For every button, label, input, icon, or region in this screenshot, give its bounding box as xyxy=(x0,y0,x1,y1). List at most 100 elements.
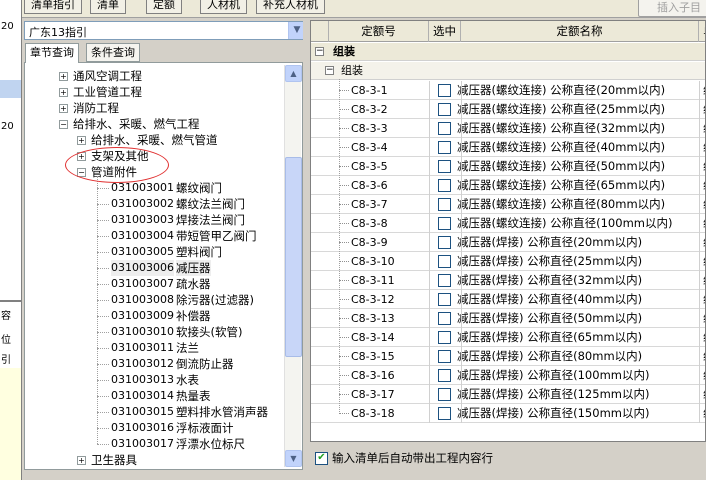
tree-leaf-code[interactable]: 031003016 xyxy=(111,420,174,436)
tab-bill-guide[interactable]: 清单指引 xyxy=(24,0,82,14)
tree-leaf-code[interactable]: 031003008 xyxy=(111,292,174,308)
row-select-checkbox[interactable] xyxy=(438,274,451,287)
row-select-checkbox[interactable] xyxy=(438,84,451,97)
tree-leaf-name[interactable]: 软接头(软管) xyxy=(176,324,242,340)
row-select-checkbox[interactable] xyxy=(438,198,451,211)
table-row[interactable]: C8-3-18减压器(焊接) 公称直径(150mm以内)组 xyxy=(311,404,705,423)
group-row-inner[interactable]: − 组装 xyxy=(311,62,705,80)
scroll-down-icon[interactable]: ▼ xyxy=(285,450,302,467)
row-select-checkbox[interactable] xyxy=(438,122,451,135)
expand-icon[interactable]: + xyxy=(59,104,68,113)
scroll-thumb[interactable] xyxy=(285,157,302,357)
tab-chapter-query[interactable]: 章节查询 xyxy=(25,43,79,63)
tree-leaf-code[interactable]: 031003009 xyxy=(111,308,174,324)
collapse-icon[interactable]: − xyxy=(315,47,324,56)
row-select-checkbox[interactable] xyxy=(438,103,451,116)
tree-leaf-code[interactable]: 031003013 xyxy=(111,372,174,388)
row-select-checkbox[interactable] xyxy=(438,312,451,325)
tree-leaf-code[interactable]: 031003010 xyxy=(111,324,174,340)
row-select-checkbox[interactable] xyxy=(438,293,451,306)
tree-leaf-code[interactable]: 031003002 xyxy=(111,196,174,212)
collapse-icon[interactable]: − xyxy=(325,66,334,75)
tree-node[interactable]: 工业管道工程 xyxy=(73,84,142,100)
tree-leaf-code[interactable]: 031003014 xyxy=(111,388,174,404)
tree-leaf-name[interactable]: 疏水器 xyxy=(176,276,211,292)
guide-select[interactable]: 广东13指引 ▼ xyxy=(24,21,306,40)
tree-leaf-name[interactable]: 倒流防止器 xyxy=(176,356,234,372)
tree-node[interactable]: 给排水、采暖、燃气管道 xyxy=(91,132,218,148)
table-row[interactable]: C8-3-7减压器(螺纹连接) 公称直径(80mm以内)组 xyxy=(311,195,705,214)
header-name[interactable]: 定额名称 xyxy=(461,21,699,42)
tab-labor-material[interactable]: 人材机 xyxy=(200,0,247,14)
auto-content-checkbox[interactable]: ✔ xyxy=(315,452,328,465)
row-select-checkbox[interactable] xyxy=(438,179,451,192)
tree-leaf-code[interactable]: 031003004 xyxy=(111,228,174,244)
table-row[interactable]: C8-3-1减压器(螺纹连接) 公称直径(20mm以内)组 xyxy=(311,81,705,100)
tree-leaf-code[interactable]: 031003017 xyxy=(111,436,174,452)
row-select-checkbox[interactable] xyxy=(438,388,451,401)
tree-leaf-name[interactable]: 浮标液面计 xyxy=(176,420,234,436)
tree-leaf-name[interactable]: 补偿器 xyxy=(176,308,211,324)
row-select-checkbox[interactable] xyxy=(438,407,451,420)
table-row[interactable]: C8-3-16减压器(焊接) 公称直径(100mm以内)组 xyxy=(311,366,705,385)
tree-leaf-name[interactable]: 带短管甲乙阀门 xyxy=(176,228,257,244)
row-select-checkbox[interactable] xyxy=(438,236,451,249)
row-select-checkbox[interactable] xyxy=(438,350,451,363)
insert-sub-item-button[interactable]: 插入子目 xyxy=(638,0,706,17)
header-unit[interactable]: 单 xyxy=(699,21,705,42)
tree-scrollbar[interactable]: ▲ ▼ xyxy=(284,65,302,467)
expand-icon[interactable]: + xyxy=(77,456,86,465)
tree-leaf-name[interactable]: 热量表 xyxy=(176,388,211,404)
scroll-up-icon[interactable]: ▲ xyxy=(285,65,302,82)
table-row[interactable]: C8-3-10减压器(焊接) 公称直径(25mm以内)组 xyxy=(311,252,705,271)
tree-leaf-name[interactable]: 螺纹阀门 xyxy=(176,180,222,196)
tree-leaf-code[interactable]: 031003011 xyxy=(111,340,174,356)
table-row[interactable]: C8-3-6减压器(螺纹连接) 公称直径(65mm以内)组 xyxy=(311,176,705,195)
header-select[interactable]: 选中 xyxy=(429,21,461,42)
header-code[interactable]: 定额号 xyxy=(329,21,429,42)
tab-condition-query[interactable]: 条件查询 xyxy=(86,43,140,62)
table-row[interactable]: C8-3-13减压器(焊接) 公称直径(50mm以内)组 xyxy=(311,309,705,328)
row-select-checkbox[interactable] xyxy=(438,217,451,230)
tree-leaf-name[interactable]: 除污器(过滤器) xyxy=(176,292,254,308)
table-row[interactable]: C8-3-5减压器(螺纹连接) 公称直径(50mm以内)组 xyxy=(311,157,705,176)
tree-leaf-name[interactable]: 浮漂水位标尺 xyxy=(176,436,245,452)
row-select-checkbox[interactable] xyxy=(438,141,451,154)
tree-node[interactable]: 消防工程 xyxy=(73,100,119,116)
group-row-outer[interactable]: − 组装 xyxy=(311,43,705,61)
expand-icon[interactable]: + xyxy=(59,88,68,97)
tree-leaf-name[interactable]: 法兰 xyxy=(176,340,199,356)
tree-leaf-code[interactable]: 031003007 xyxy=(111,276,174,292)
table-row[interactable]: C8-3-17减压器(焊接) 公称直径(125mm以内)组 xyxy=(311,385,705,404)
tree-leaf-name[interactable]: 螺纹法兰阀门 xyxy=(176,196,245,212)
tree-node[interactable]: 通风空调工程 xyxy=(73,68,142,84)
row-select-checkbox[interactable] xyxy=(438,255,451,268)
tree-leaf-code[interactable]: 031003005 xyxy=(111,244,174,260)
tree-leaf-name[interactable]: 塑料排水管消声器 xyxy=(176,404,268,420)
expand-icon[interactable]: + xyxy=(59,72,68,81)
tab-bill[interactable]: 清单 xyxy=(90,0,126,14)
panel-splitter[interactable] xyxy=(303,18,310,480)
tree-leaf-name[interactable]: 减压器 xyxy=(176,260,211,276)
collapse-icon[interactable]: − xyxy=(59,120,68,129)
tree-node[interactable]: 给排水、采暖、燃气工程 xyxy=(73,116,200,132)
table-row[interactable]: C8-3-14减压器(焊接) 公称直径(65mm以内)组 xyxy=(311,328,705,347)
tab-quota[interactable]: 定额 xyxy=(146,0,182,14)
tree-leaf-name[interactable]: 塑料阀门 xyxy=(176,244,222,260)
tab-supplement-labor-material[interactable]: 补充人材机 xyxy=(256,0,325,14)
expand-icon[interactable]: + xyxy=(77,136,86,145)
row-select-checkbox[interactable] xyxy=(438,160,451,173)
tree-leaf-code[interactable]: 031003015 xyxy=(111,404,174,420)
tree-leaf-code[interactable]: 031003003 xyxy=(111,212,174,228)
tree-leaf-name[interactable]: 水表 xyxy=(176,372,199,388)
tree-leaf-code[interactable]: 031003012 xyxy=(111,356,174,372)
table-row[interactable]: C8-3-9减压器(焊接) 公称直径(20mm以内)组 xyxy=(311,233,705,252)
tree-leaf-code[interactable]: 031003006 xyxy=(111,260,174,276)
table-row[interactable]: C8-3-3减压器(螺纹连接) 公称直径(32mm以内)组 xyxy=(311,119,705,138)
table-row[interactable]: C8-3-2减压器(螺纹连接) 公称直径(25mm以内)组 xyxy=(311,100,705,119)
table-row[interactable]: C8-3-12减压器(焊接) 公称直径(40mm以内)组 xyxy=(311,290,705,309)
tree-node[interactable]: 卫生器具 xyxy=(91,452,137,468)
table-row[interactable]: C8-3-8减压器(螺纹连接) 公称直径(100mm以内)组 xyxy=(311,214,705,233)
table-row[interactable]: C8-3-11减压器(焊接) 公称直径(32mm以内)组 xyxy=(311,271,705,290)
table-row[interactable]: C8-3-15减压器(焊接) 公称直径(80mm以内)组 xyxy=(311,347,705,366)
